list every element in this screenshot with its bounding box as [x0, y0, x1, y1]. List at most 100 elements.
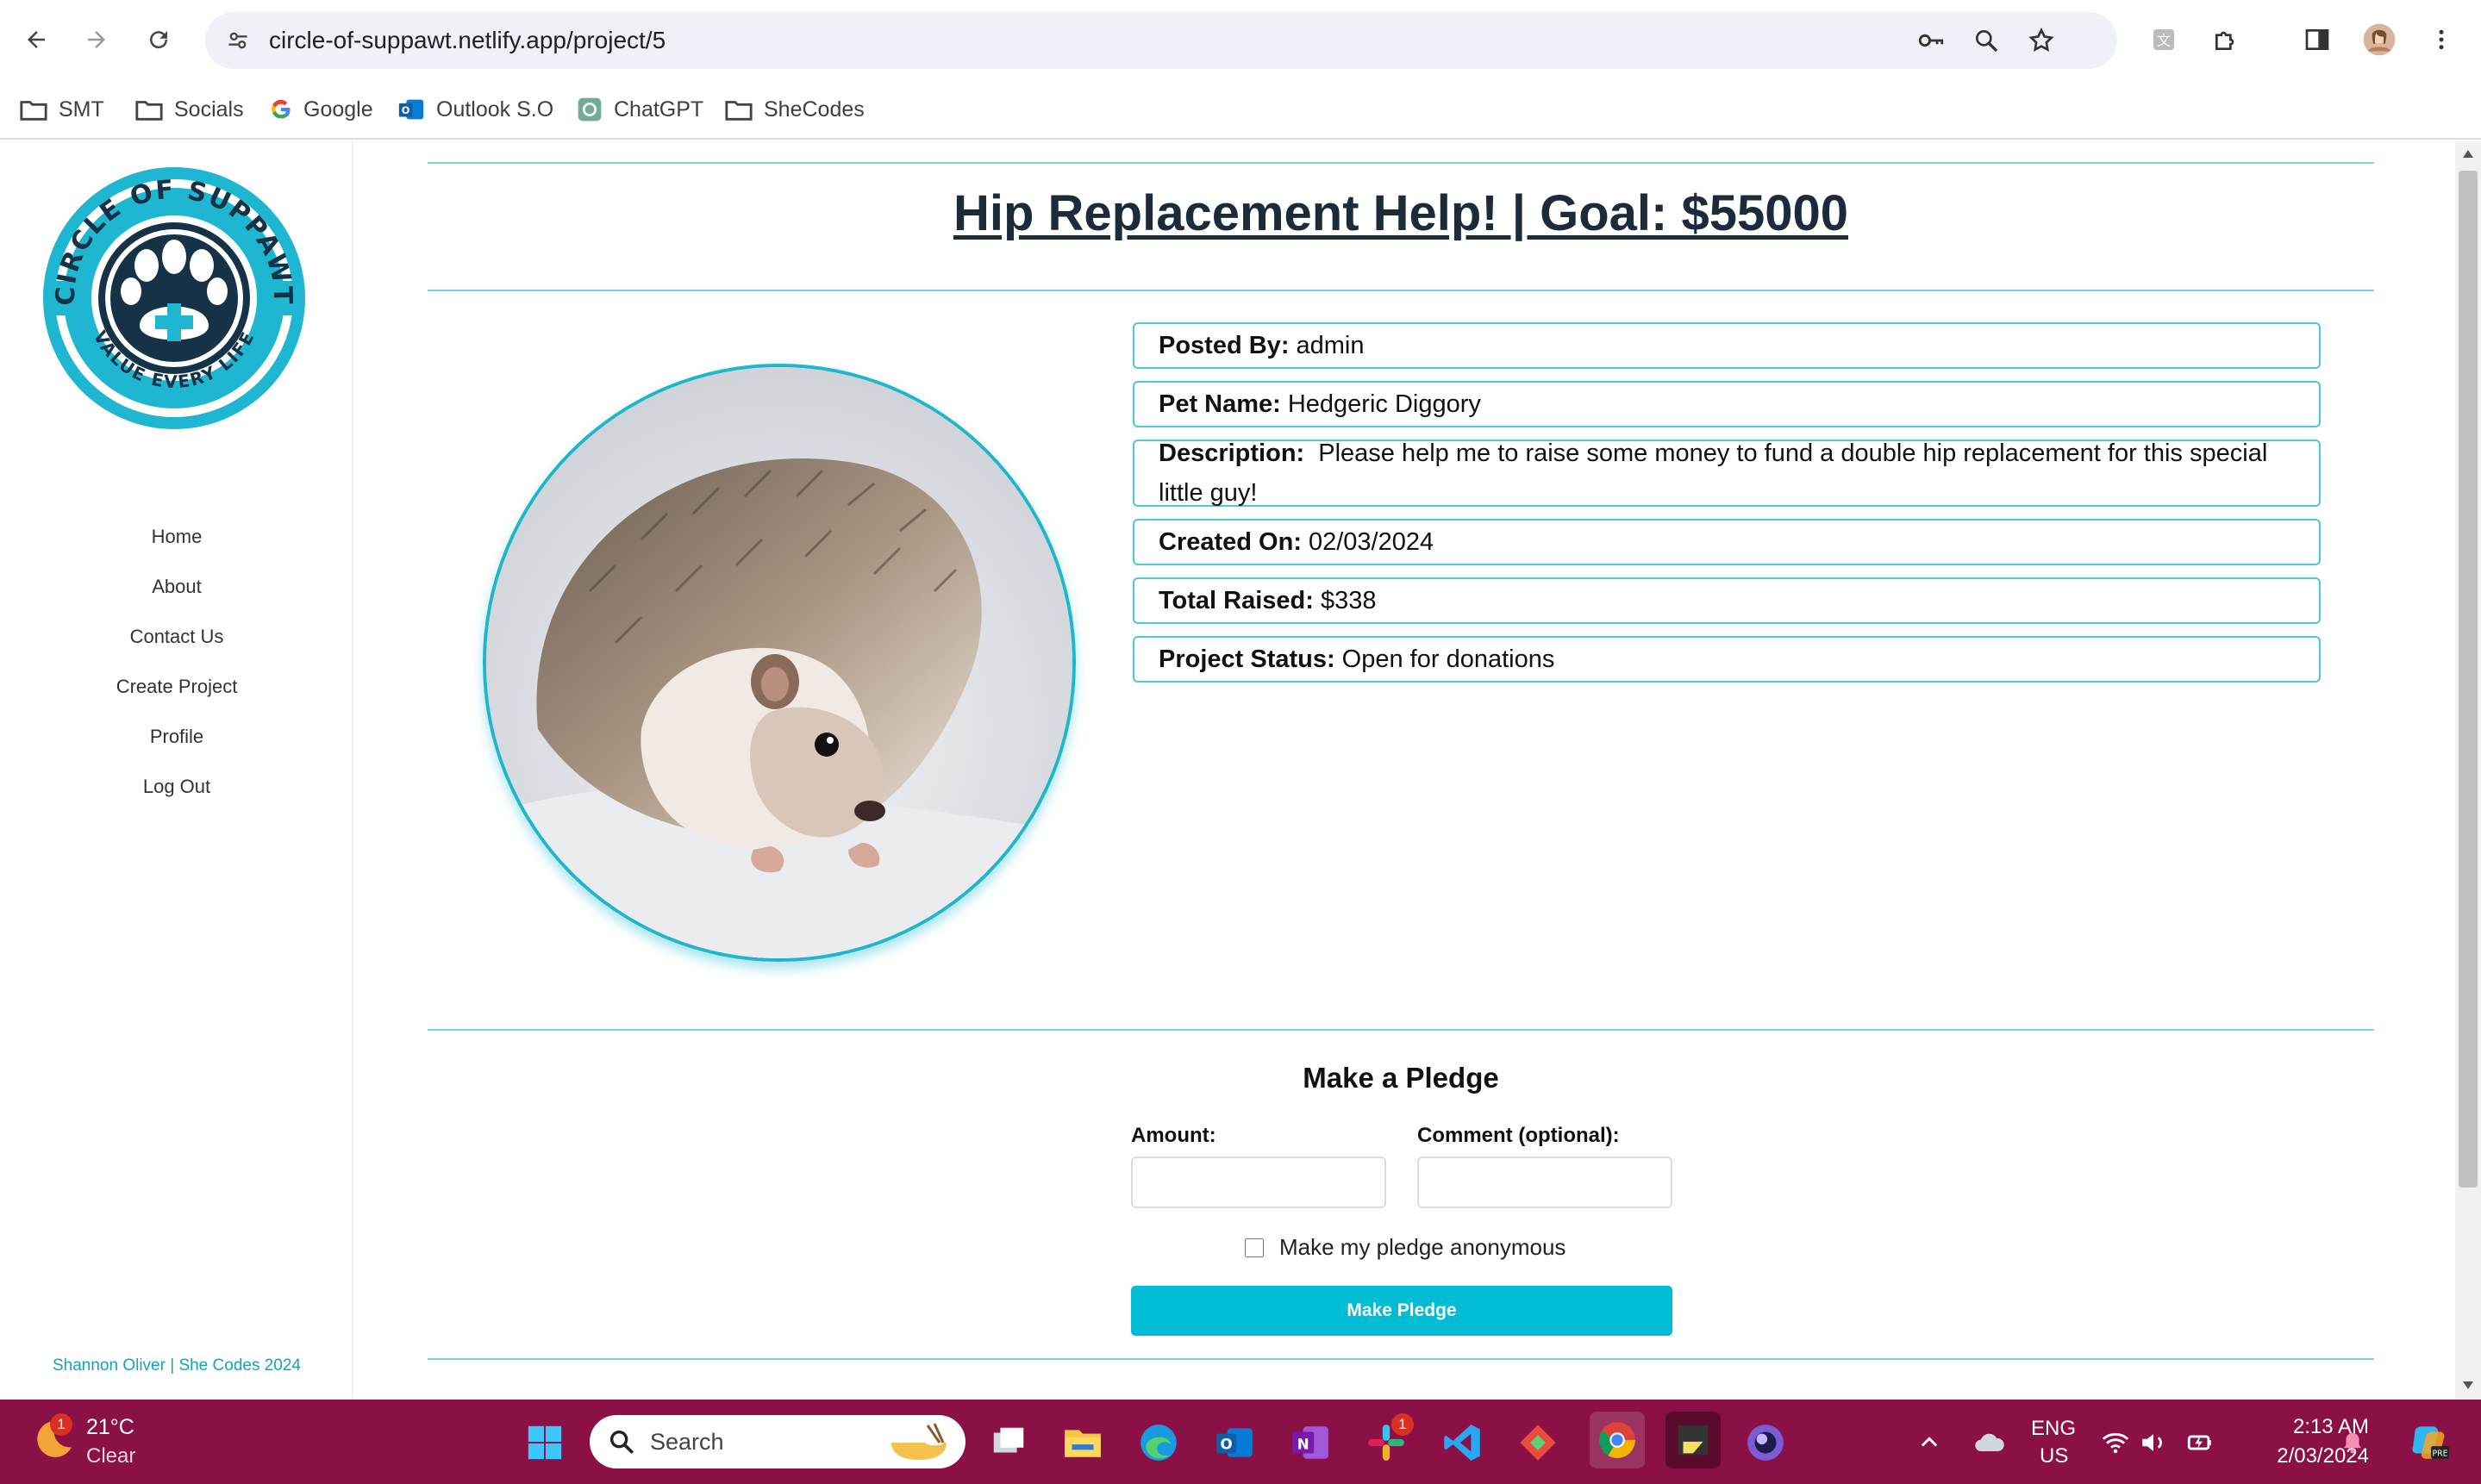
page-scrollbar[interactable] [2455, 141, 2481, 1400]
slack-badge: 1 [1391, 1413, 1414, 1436]
onenote-icon[interactable]: N [1286, 1419, 1334, 1467]
bookmark-outlook[interactable]: O Outlook S.O [397, 90, 553, 129]
outlook-app-icon[interactable]: O [1210, 1419, 1259, 1467]
pledge-title: Make a Pledge [1303, 1062, 1499, 1094]
make-pledge-button[interactable]: Make Pledge [1131, 1286, 1672, 1336]
svg-text:PRE: PRE [2432, 1450, 2447, 1459]
created-on-card: Created On: 02/03/2024 [1133, 519, 2321, 565]
search-placeholder: Search [650, 1429, 724, 1455]
google-icon [272, 99, 291, 119]
password-key-icon[interactable] [1910, 20, 1952, 61]
windows-logo-icon [528, 1425, 562, 1460]
search-icon [609, 1430, 634, 1455]
language-bottom[interactable]: US [2040, 1444, 2068, 1468]
notification-bell-icon[interactable] [2338, 1419, 2367, 1467]
sidebar-item-profile[interactable]: Profile [0, 712, 353, 762]
forward-button[interactable] [76, 19, 117, 60]
hedgehog-image [486, 367, 1072, 958]
comment-label: Comment (optional): [1417, 1124, 1620, 1147]
taskbar-search[interactable]: Search [590, 1415, 966, 1468]
bookmark-socials[interactable]: Socials [134, 90, 244, 129]
browser-toolbar: circle-of-suppawt.netlify.app/project/5 … [0, 0, 2481, 79]
created-on-value: 02/03/2024 [1308, 527, 1434, 556]
file-explorer-icon[interactable] [1059, 1419, 1107, 1467]
chrome-menu-icon[interactable] [2421, 19, 2462, 60]
divider [428, 162, 2374, 164]
posted-by-value: admin [1296, 331, 1365, 359]
chrome-app-icon[interactable] [1590, 1412, 1645, 1468]
copilot-icon[interactable]: PRE [2405, 1419, 2453, 1467]
scroll-down-icon[interactable] [2461, 1379, 2475, 1391]
back-button[interactable] [16, 19, 57, 60]
bookmark-google[interactable]: Google [269, 90, 373, 129]
sidebar-footer: Shannon Oliver | She Codes 2024 [52, 1356, 301, 1375]
edge-icon[interactable] [1134, 1419, 1183, 1467]
description-card: Description: Please help me to raise som… [1133, 440, 2321, 507]
scroll-thumb[interactable] [2459, 171, 2478, 1188]
folder-icon [725, 101, 753, 121]
divider [428, 290, 2374, 291]
extension-icon[interactable]: 文 [2143, 19, 2184, 60]
address-bar[interactable]: circle-of-suppawt.netlify.app/project/5 [205, 12, 2117, 69]
svg-text:O: O [402, 104, 410, 116]
sidebar-item-create-project[interactable]: Create Project [0, 662, 353, 712]
windows-taskbar: 1 21°C Clear Search O N 1 ENG US 2:13 AM… [0, 1400, 2481, 1484]
side-panel-icon[interactable] [2297, 19, 2338, 60]
zoom-icon[interactable] [1965, 20, 2007, 61]
svg-text:N: N [1297, 1436, 1309, 1452]
folder-icon [20, 101, 47, 121]
url-text[interactable]: circle-of-suppawt.netlify.app/project/5 [269, 27, 666, 54]
sidebar-item-home[interactable]: Home [0, 512, 353, 562]
scroll-up-icon[interactable] [2461, 148, 2475, 160]
git-app-icon[interactable] [1514, 1419, 1562, 1467]
extensions-puzzle-icon[interactable] [2205, 19, 2247, 60]
task-view-icon[interactable] [984, 1419, 1033, 1467]
anonymous-label[interactable]: Make my pledge anonymous [1279, 1234, 1565, 1261]
sticky-notes-icon[interactable] [1665, 1412, 1721, 1468]
reload-icon [150, 31, 168, 49]
anonymous-checkbox[interactable] [1245, 1238, 1264, 1257]
bookmark-chatgpt[interactable]: ChatGPT [576, 90, 703, 129]
pet-name-card: Pet Name: Hedgeric Diggory [1133, 381, 2321, 427]
total-raised-card: Total Raised: $338 [1133, 577, 2321, 624]
divider [428, 1358, 2374, 1360]
bookmark-smt[interactable]: SMT [19, 90, 104, 129]
bookmark-shecodes[interactable]: SheCodes [724, 90, 865, 129]
sidebar-item-log-out[interactable]: Log Out [0, 762, 353, 812]
forward-arrow-icon [88, 31, 105, 48]
volume-icon[interactable] [2129, 1419, 2178, 1467]
battery-icon[interactable] [2176, 1419, 2224, 1467]
start-button[interactable] [521, 1419, 569, 1467]
profile-avatar[interactable] [2359, 19, 2400, 60]
paw-logo-icon: CIRCLE OF SUPPAWT VALUE EVERY LIFE [43, 167, 305, 429]
sidebar-item-contact-us[interactable]: Contact Us [0, 612, 353, 662]
sidebar-item-about[interactable]: About [0, 562, 353, 612]
folder-icon [135, 101, 163, 121]
tray-overflow-icon[interactable] [1905, 1419, 1953, 1467]
weather-temp: 21°C [86, 1415, 134, 1439]
chatgpt-icon [578, 97, 602, 122]
onedrive-icon[interactable] [1965, 1419, 2014, 1467]
svg-text:文: 文 [2157, 33, 2171, 49]
weather-badge: 1 [50, 1413, 72, 1436]
sidebar-nav: Home About Contact Us Create Project Pro… [0, 512, 353, 812]
browser-app-icon[interactable] [1741, 1419, 1790, 1467]
description-value: Please help me to raise some money to fu… [1159, 440, 2268, 507]
svg-text:O: O [1221, 1436, 1233, 1452]
bookmarks-bar: SMT Socials Google O Outlook S.O ChatGPT… [0, 79, 2481, 140]
divider [428, 1029, 2374, 1031]
page-title: Hip Replacement Help! | Goal: $55000 [953, 185, 1849, 241]
bookmark-star-icon[interactable] [2021, 20, 2062, 61]
reload-button[interactable] [138, 19, 179, 60]
comment-input[interactable] [1417, 1157, 1672, 1208]
sidebar: CIRCLE OF SUPPAWT VALUE EVERY LIFE Home … [0, 141, 353, 1400]
amount-input[interactable] [1131, 1157, 1386, 1208]
site-logo[interactable]: CIRCLE OF SUPPAWT VALUE EVERY LIFE [38, 162, 310, 434]
weather-desc: Clear [86, 1444, 136, 1468]
site-info-icon[interactable] [217, 20, 259, 61]
outlook-icon: O [398, 99, 424, 120]
anonymous-option: Make my pledge anonymous [1245, 1234, 1565, 1261]
language-top[interactable]: ENG [2031, 1417, 2076, 1441]
vscode-icon[interactable] [1438, 1419, 1486, 1467]
project-status-card: Project Status: Open for donations [1133, 636, 2321, 683]
